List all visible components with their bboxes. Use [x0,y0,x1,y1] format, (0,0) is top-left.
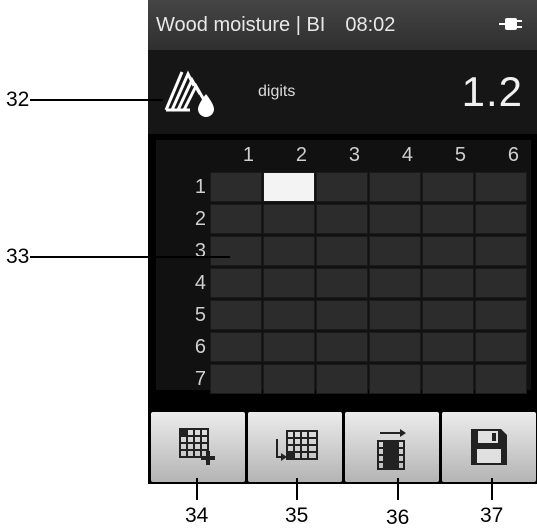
grid-cell[interactable] [422,204,474,234]
grid-cell[interactable] [316,204,368,234]
grid-cell[interactable] [422,268,474,298]
grid-cell[interactable] [210,172,262,202]
save-button[interactable] [442,412,536,482]
grid-cell[interactable] [210,332,262,362]
grid-cell[interactable] [475,364,527,394]
row-header: 7 [194,368,206,390]
screen-title: Wood moisture | BI 08:02 [156,14,396,36]
insert-column-button[interactable] [345,412,439,482]
device-screen: Wood moisture | BI 08:02 digits 1.2 1 2 3 4… [148,0,537,404]
grid-cell[interactable] [210,364,262,394]
grid-cell[interactable] [475,300,527,330]
callout-36: 36 [386,506,410,529]
measurement-value: 1.2 [461,68,523,115]
callout-32-line [30,99,163,101]
grid-cell[interactable] [369,172,421,202]
grid-cell[interactable] [422,364,474,394]
callout-36-line [397,478,399,500]
save-icon [471,429,507,465]
grid-cell[interactable] [263,236,315,266]
row-header: 2 [194,208,206,230]
unit-label: digits [258,83,296,100]
grid-cell[interactable] [475,236,527,266]
grid-cell[interactable] [316,172,368,202]
grid-cell[interactable] [475,332,527,362]
callout-34: 34 [185,504,209,527]
add-grid-button[interactable] [151,412,245,482]
grid-cell[interactable] [316,332,368,362]
grid-cell[interactable] [475,204,527,234]
column-header: 1 [242,144,254,166]
row-header: 1 [194,176,206,198]
grid-cell[interactable] [210,204,262,234]
grid-cell[interactable] [369,300,421,330]
grid-cell[interactable] [369,332,421,362]
callout-34-line [196,478,198,500]
callout-37-line [491,478,493,500]
callout-32: 32 [6,88,30,111]
column-header: 2 [295,144,307,166]
callout-35: 35 [285,504,309,527]
column-header: 5 [454,144,466,166]
callout-37: 37 [480,504,504,527]
column-header: 4 [401,144,413,166]
plug-icon [499,18,522,30]
row-header: 6 [194,336,206,358]
grid-cell[interactable] [263,204,315,234]
measurement-readout: digits 1.2 [148,50,537,134]
grid-cell[interactable] [369,236,421,266]
move-grid-button[interactable] [248,412,342,482]
grid-cell[interactable] [316,300,368,330]
row-header: 3 [194,240,206,262]
grid-cell[interactable] [369,204,421,234]
grid-cell[interactable] [369,364,421,394]
row-header: 5 [194,304,206,326]
bottom-toolbar [148,404,537,484]
callout-35-line [296,478,298,500]
grid-cell[interactable] [422,332,474,362]
grid-cell[interactable] [263,300,315,330]
grid-cell[interactable] [210,300,262,330]
title-bar: Wood moisture | BI 08:02 [148,0,537,50]
row-header: 4 [194,272,206,294]
grid-cell[interactable] [263,332,315,362]
grid-cell[interactable] [316,236,368,266]
grid-cell[interactable] [422,236,474,266]
add-grid-icon [179,428,215,465]
callout-33-line [30,256,230,258]
insert-column-icon [377,429,406,470]
grid-cell[interactable] [475,172,527,202]
grid-cell[interactable] [210,268,262,298]
grid-cell[interactable] [316,268,368,298]
grid-cell[interactable] [316,364,368,394]
grid-cell[interactable] [475,268,527,298]
column-header: 6 [507,144,519,166]
grid-cell[interactable] [369,268,421,298]
grid-cell-active[interactable] [263,172,315,202]
column-header: 3 [348,144,360,166]
grid-cell[interactable] [263,364,315,394]
grid-cell[interactable] [422,300,474,330]
move-grid-icon [276,430,318,461]
measurement-grid: 1 2 3 4 5 6 1 2 3 4 5 6 7 [156,140,531,394]
callout-33: 33 [6,245,30,268]
wood-moisture-icon [164,70,214,117]
grid-cell[interactable] [263,268,315,298]
grid-cell[interactable] [210,236,262,266]
grid-cell[interactable] [422,172,474,202]
